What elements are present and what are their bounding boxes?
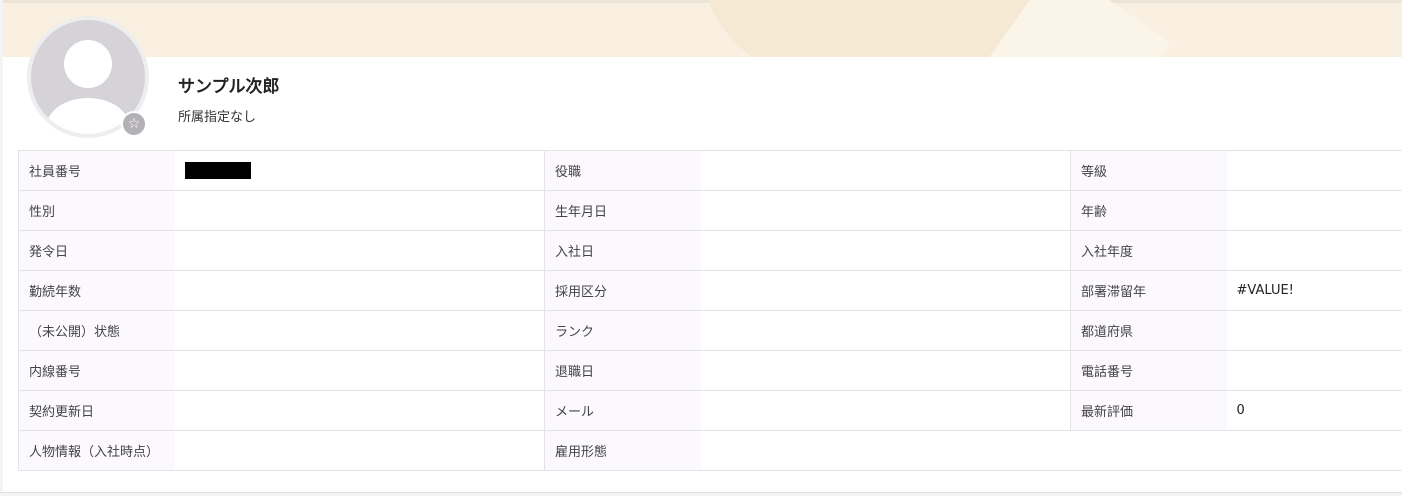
field-label: 社員番号 [18,150,175,191]
info-row: 契約更新日 メール 最新評価 0 [18,390,1402,431]
field-value [700,230,1071,271]
info-row: 社員番号 役職 等級 [18,150,1402,191]
field-value [700,310,1071,351]
info-row: （未公開）状態 ランク 都道府県 [18,310,1402,351]
field-label: 電話番号 [1070,350,1227,391]
field-label: ランク [544,310,701,351]
field-label: メール [544,390,701,431]
field-value [700,430,1071,471]
field-value [174,270,545,311]
field-value [700,270,1071,311]
field-value [174,390,545,431]
field-value [174,310,545,351]
field-label: 年齢 [1070,190,1227,231]
info-row: 勤続年数 採用区分 部署滞留年 #VALUE! [18,270,1402,311]
field-label: 発令日 [18,230,175,271]
field-label: 部署滞留年 [1070,270,1227,311]
field-label: 契約更新日 [18,390,175,431]
field-value [1226,350,1402,391]
field-label: 雇用形態 [544,430,701,471]
empty-cell [1070,430,1402,471]
avatar-body-icon [46,98,130,134]
field-label: 性別 [18,190,175,231]
info-row: 発令日 入社日 入社年度 [18,230,1402,271]
field-label: 人物情報（入社時点） [18,430,175,471]
bottom-divider [0,492,1402,493]
field-value [1226,230,1402,271]
field-value [174,150,545,191]
field-label: （未公開）状態 [18,310,175,351]
profile-banner [3,0,1402,57]
field-value [174,350,545,391]
field-value [174,430,545,471]
field-value [174,230,545,271]
page: ☆ サンプル次郎 所属指定なし 社員番号 役職 等級性別 生年月日 年齢発令日 入社日 入社… [0,0,1402,496]
field-value [174,190,545,231]
field-value [700,390,1071,431]
info-row: 内線番号 退職日 電話番号 [18,350,1402,391]
info-row: 性別 生年月日 年齢 [18,190,1402,231]
field-label: 採用区分 [544,270,701,311]
field-label: 内線番号 [18,350,175,391]
field-label: 入社年度 [1070,230,1227,271]
field-value [1226,150,1402,191]
avatar-head-icon [64,40,112,88]
profile-card: ☆ サンプル次郎 所属指定なし 社員番号 役職 等級性別 生年月日 年齢発令日 入社日 入社… [3,0,1402,492]
field-label: 退職日 [544,350,701,391]
favorite-star-icon[interactable]: ☆ [121,111,147,137]
field-label: 役職 [544,150,701,191]
field-label: 最新評価 [1070,390,1227,431]
banner-topline [3,0,1402,3]
field-label: 勤続年数 [18,270,175,311]
field-label: 等級 [1070,150,1227,191]
field-value [700,190,1071,231]
field-value [1226,190,1402,231]
field-value [700,150,1071,191]
redacted-block [184,162,251,179]
field-label: 生年月日 [544,190,701,231]
employee-info-table: 社員番号 役職 等級性別 生年月日 年齢発令日 入社日 入社年度勤続年数 採用区分 部署滞留年 #… [18,150,1402,471]
field-value [1226,310,1402,351]
field-value [700,350,1071,391]
user-name: サンプル次郎 [178,77,280,97]
field-value: #VALUE! [1226,270,1402,311]
field-label: 入社日 [544,230,701,271]
field-label: 都道府県 [1070,310,1227,351]
field-value: 0 [1226,390,1402,431]
info-row: 人物情報（入社時点） 雇用形態 [18,430,1402,471]
employee-info-body: 社員番号 役職 等級性別 生年月日 年齢発令日 入社日 入社年度勤続年数 採用区分 部署滞留年 #… [18,150,1402,471]
user-department: 所属指定なし [178,110,257,125]
